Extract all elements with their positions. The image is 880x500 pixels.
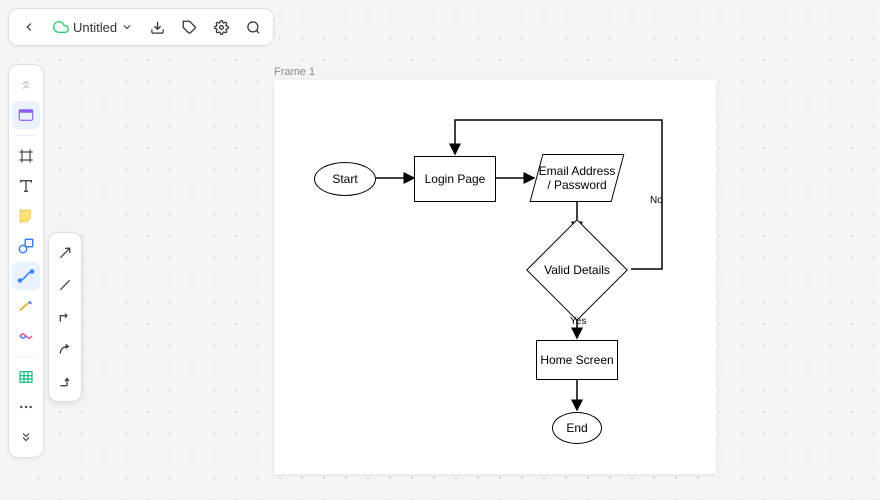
gear-icon (214, 20, 229, 35)
frame-tool[interactable] (12, 142, 40, 170)
chevron-down-icon (121, 21, 133, 33)
search-icon (246, 20, 261, 35)
node-credentials[interactable]: Email Address / Password (530, 154, 625, 202)
connector-arrow-option[interactable] (51, 239, 79, 267)
mindmap-icon (17, 327, 35, 345)
settings-button[interactable] (207, 13, 235, 41)
more-horizontal-icon (18, 399, 34, 415)
cloud-sync-icon (53, 19, 69, 35)
frame-1[interactable]: Start Login Page Email Address / Passwor… (274, 80, 716, 474)
elbow-down-icon (57, 309, 73, 325)
toolbar-separator (15, 356, 37, 357)
table-icon (18, 369, 34, 385)
node-valid-details[interactable]: Valid Details (541, 234, 613, 306)
double-chevron-down-icon (19, 430, 33, 444)
tag-button[interactable] (175, 13, 203, 41)
card-icon (17, 106, 35, 124)
card-tool[interactable] (12, 101, 40, 129)
pen-icon (17, 297, 35, 315)
elbow-up-icon (57, 373, 73, 389)
document-title-text: Untitled (73, 20, 117, 35)
edge-no-label: No (650, 195, 663, 206)
node-credentials-label: Email Address / Password (537, 164, 617, 192)
search-button[interactable] (239, 13, 267, 41)
arrow-icon (57, 245, 73, 261)
connector-elbow-down-option[interactable] (51, 303, 79, 331)
node-start[interactable]: Start (314, 162, 376, 196)
sticky-note-icon (17, 207, 35, 225)
node-start-label: Start (332, 172, 357, 186)
double-chevron-up-icon (19, 78, 33, 92)
back-button[interactable] (15, 13, 43, 41)
mindmap-tool[interactable] (12, 322, 40, 350)
top-toolbar: Untitled (8, 8, 274, 46)
node-home-label: Home Screen (540, 353, 613, 367)
sticky-note-tool[interactable] (12, 202, 40, 230)
connector-curve-option[interactable] (51, 335, 79, 363)
connector-flyout (48, 232, 82, 402)
more-tools-button[interactable] (12, 393, 40, 421)
connector-line-option[interactable] (51, 271, 79, 299)
text-icon (18, 178, 34, 194)
connector-tool[interactable] (12, 262, 40, 290)
node-login-label: Login Page (425, 172, 486, 186)
tag-icon (182, 20, 197, 35)
document-title-dropdown[interactable]: Untitled (47, 19, 139, 35)
table-tool[interactable] (12, 363, 40, 391)
node-login-page[interactable]: Login Page (414, 156, 496, 202)
collapse-up-button[interactable] (12, 71, 40, 99)
connector-curve-icon (17, 267, 35, 285)
export-button[interactable] (143, 13, 171, 41)
left-toolbar (8, 64, 44, 458)
shapes-icon (17, 237, 35, 255)
text-tool[interactable] (12, 172, 40, 200)
flow-connectors (274, 80, 716, 474)
line-icon (57, 277, 73, 293)
node-home-screen[interactable]: Home Screen (536, 340, 618, 380)
node-end[interactable]: End (552, 412, 602, 444)
node-end-label: End (566, 421, 587, 435)
shape-tool[interactable] (12, 232, 40, 260)
pen-tool[interactable] (12, 292, 40, 320)
frame-icon (18, 148, 34, 164)
toolbar-separator (15, 135, 37, 136)
node-valid-label: Valid Details (544, 263, 610, 277)
connector-elbow-up-option[interactable] (51, 367, 79, 395)
chevron-left-icon (22, 20, 36, 34)
curve-icon (57, 341, 73, 357)
expand-down-button[interactable] (12, 423, 40, 451)
frame-label[interactable]: Frame 1 (274, 66, 315, 78)
download-icon (150, 20, 165, 35)
edge-yes-label: Yes (570, 316, 586, 327)
